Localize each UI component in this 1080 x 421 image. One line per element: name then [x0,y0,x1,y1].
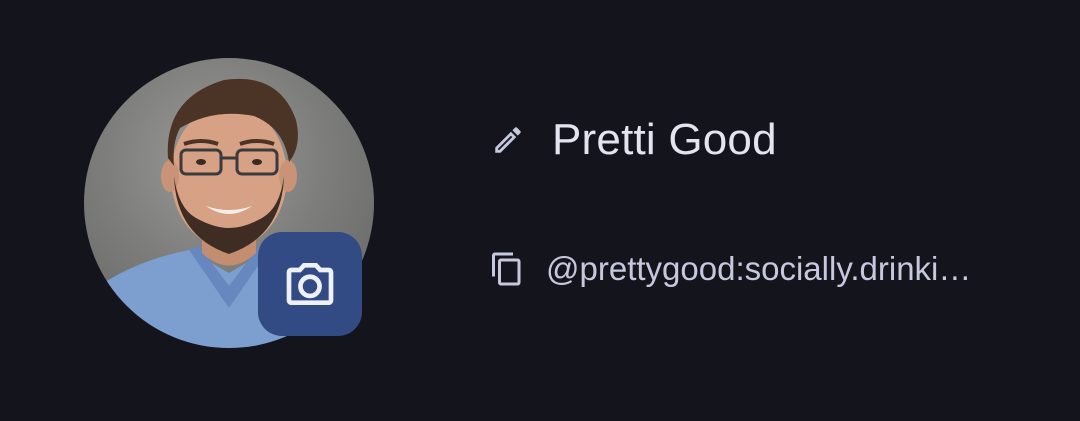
copy-icon [492,252,521,286]
display-name-row: Pretti Good [490,112,777,168]
user-handle-row: @prettygood:socially.drinki… [488,245,971,293]
camera-icon [286,263,334,305]
profile-header: Pretti Good @prettygood:socially.drinki… [0,0,1080,421]
user-handle: @prettygood:socially.drinki… [546,250,972,287]
avatar-container [84,58,374,348]
display-name: Pretti Good [552,115,777,164]
pencil-icon [495,127,521,153]
copy-handle-button[interactable] [488,250,526,288]
edit-name-button[interactable] [490,122,526,158]
change-photo-button[interactable] [258,232,362,336]
